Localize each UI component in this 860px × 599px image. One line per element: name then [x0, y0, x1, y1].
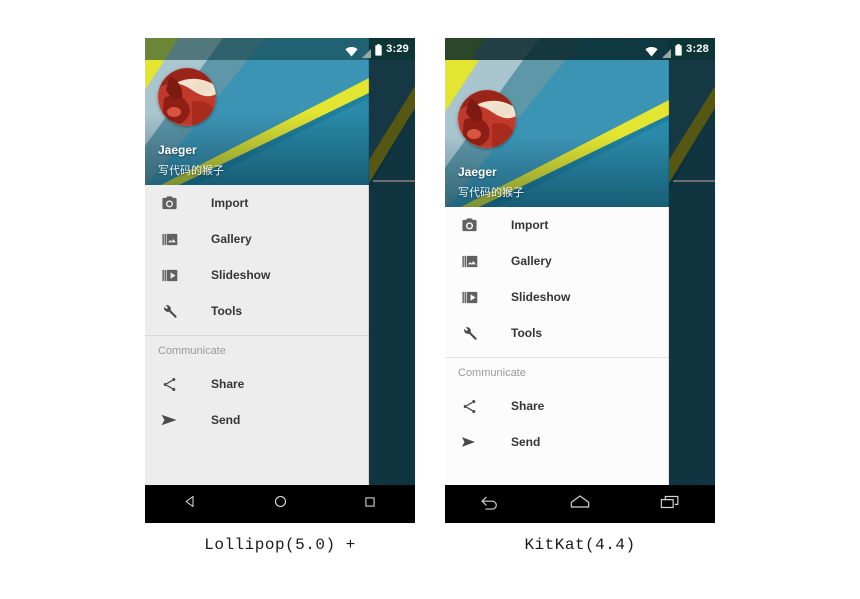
drawer-item-label: Slideshow — [211, 268, 271, 282]
share-icon — [158, 373, 180, 395]
nav-bar-kitkat — [445, 485, 715, 523]
wrench-icon — [158, 300, 180, 322]
status-bar-icons: 3:28 — [645, 38, 709, 60]
drawer-section-title: Communicate — [158, 345, 226, 357]
nav-recents-button[interactable] — [647, 485, 693, 523]
wrench-icon — [458, 322, 480, 344]
wifi-icon — [645, 44, 658, 57]
share-icon — [458, 395, 480, 417]
drawer-item-gallery[interactable]: Gallery — [445, 243, 669, 279]
drawer-item-tools[interactable]: Tools — [445, 315, 669, 351]
drawer-item-label: Import — [511, 218, 549, 232]
status-bar-lollipop: 3:29 — [145, 38, 415, 60]
comparison-stage: Jaeger 写代码的猴子 Import Gallery Slideshow T… — [0, 0, 860, 599]
gallery-icon — [458, 250, 480, 272]
status-bar-kitkat: 3:28 — [445, 38, 715, 60]
drawer-header: Jaeger 写代码的猴子 — [445, 60, 669, 207]
nav-home-button[interactable] — [557, 485, 603, 523]
drawer-item-slideshow[interactable]: Slideshow — [445, 279, 669, 315]
nav-recents-button[interactable] — [347, 485, 393, 523]
avatar[interactable] — [458, 90, 516, 148]
avatar[interactable] — [158, 68, 216, 126]
slideshow-icon — [158, 264, 180, 286]
avatar-image — [158, 68, 216, 126]
drawer-item-label: Tools — [511, 326, 543, 340]
nav-drawer-lollipop[interactable]: Jaeger 写代码的猴子 Import Gallery Slideshow T… — [145, 38, 369, 485]
drawer-item-label: Send — [211, 413, 241, 427]
home-house-icon — [569, 494, 591, 514]
signal-icon — [662, 45, 672, 58]
recents-stack-icon — [659, 494, 681, 515]
user-subtitle: 写代码的猴子 — [458, 187, 524, 199]
phone-kitkat: 3:28 Jaeger 写代码的猴子 Import Gallery Slides… — [445, 38, 715, 523]
wifi-icon — [345, 44, 358, 57]
drawer-item-send[interactable]: Send — [445, 424, 669, 460]
drawer-item-label: Import — [211, 196, 249, 210]
back-triangle-icon — [183, 494, 198, 514]
user-name: Jaeger — [158, 143, 197, 157]
recents-square-icon — [363, 495, 377, 514]
avatar-image — [458, 90, 516, 148]
drawer-item-gallery[interactable]: Gallery — [145, 221, 369, 257]
drawer-edge — [368, 38, 369, 485]
user-subtitle: 写代码的猴子 — [158, 165, 224, 177]
battery-icon — [675, 43, 682, 56]
drawer-section-title: Communicate — [458, 367, 526, 379]
drawer-item-share[interactable]: Share — [145, 366, 369, 402]
slideshow-icon — [458, 286, 480, 308]
nav-drawer-kitkat[interactable]: Jaeger 写代码的猴子 Import Gallery Slideshow T… — [445, 60, 669, 485]
send-icon — [458, 431, 480, 453]
drawer-menu-list: Import Gallery Slideshow Tools Communica… — [445, 207, 669, 460]
phone-lollipop: Jaeger 写代码的猴子 Import Gallery Slideshow T… — [145, 38, 415, 523]
nav-back-button[interactable] — [467, 485, 513, 523]
drawer-item-import[interactable]: Import — [445, 207, 669, 243]
camera-icon — [458, 214, 480, 236]
status-bar-time: 3:28 — [686, 43, 709, 55]
caption-kitkat: KitKat(4.4) — [524, 536, 636, 554]
signal-icon — [362, 45, 372, 58]
nav-home-button[interactable] — [257, 485, 303, 523]
drawer-item-label: Share — [511, 399, 545, 413]
drawer-item-send[interactable]: Send — [145, 402, 369, 438]
camera-icon — [158, 192, 180, 214]
drawer-header: Jaeger 写代码的猴子 — [145, 38, 369, 185]
drawer-item-label: Share — [211, 377, 245, 391]
drawer-item-label: Tools — [211, 304, 243, 318]
drawer-item-label: Gallery — [511, 254, 552, 268]
user-name: Jaeger — [458, 165, 497, 179]
drawer-item-import[interactable]: Import — [145, 185, 369, 221]
drawer-item-label: Gallery — [211, 232, 252, 246]
drawer-item-tools[interactable]: Tools — [145, 293, 369, 329]
gallery-icon — [158, 228, 180, 250]
status-bar-time: 3:29 — [386, 43, 409, 55]
drawer-item-label: Send — [511, 435, 541, 449]
status-bar-icons: 3:29 — [345, 38, 409, 60]
caption-lollipop: Lollipop(5.0) + — [204, 536, 356, 554]
drawer-item-label: Slideshow — [511, 290, 571, 304]
nav-bar-lollipop — [145, 485, 415, 523]
back-arrow-icon — [479, 494, 501, 515]
send-icon — [158, 409, 180, 431]
battery-icon — [375, 43, 382, 56]
drawer-item-slideshow[interactable]: Slideshow — [145, 257, 369, 293]
drawer-item-share[interactable]: Share — [445, 388, 669, 424]
drawer-menu-list: Import Gallery Slideshow Tools Communica… — [145, 185, 369, 438]
nav-back-button[interactable] — [167, 485, 213, 523]
drawer-edge — [668, 60, 669, 485]
home-circle-icon — [273, 494, 288, 514]
